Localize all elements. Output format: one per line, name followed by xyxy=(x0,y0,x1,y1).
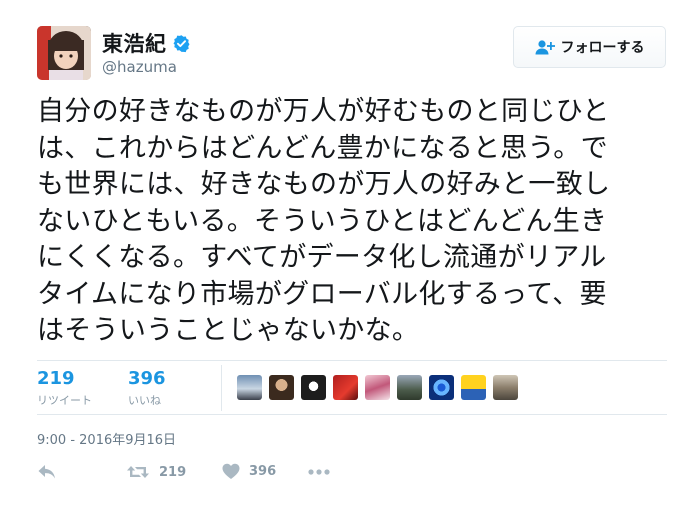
add-user-icon xyxy=(535,40,555,55)
like-stat[interactable]: 396 いいね xyxy=(128,368,166,408)
retweet-icon xyxy=(127,466,149,478)
follow-button-label: フォローする xyxy=(560,40,645,56)
retweet-button[interactable]: 219 xyxy=(126,463,186,481)
user-name-row[interactable]: 東浩紀 xyxy=(102,28,191,58)
liker-avatar[interactable] xyxy=(333,375,358,400)
liker-avatar[interactable] xyxy=(493,375,518,400)
retweet-label: リツイート xyxy=(37,394,92,407)
like-count[interactable]: 396 xyxy=(128,368,166,389)
user-handle[interactable]: @hazuma xyxy=(102,58,177,76)
tweet-timestamp[interactable]: 9:00 - 2016年9月16日 xyxy=(37,429,176,448)
like-button[interactable]: 396 xyxy=(222,463,276,480)
follow-button[interactable]: フォローする xyxy=(513,26,666,68)
more-button[interactable] xyxy=(307,463,331,481)
likers-avatars xyxy=(237,375,525,400)
stats-top-divider xyxy=(37,360,667,361)
retweet-action-count: 219 xyxy=(159,464,187,480)
liker-avatar[interactable] xyxy=(397,375,422,400)
verified-badge-icon xyxy=(173,34,189,52)
stats-divider xyxy=(221,365,222,411)
retweet-count[interactable]: 219 xyxy=(37,368,92,389)
reply-icon xyxy=(38,465,55,479)
more-icon xyxy=(308,469,330,475)
liker-avatar[interactable] xyxy=(461,375,486,400)
like-action-count: 396 xyxy=(249,464,277,479)
tweet-text: 自分の好きなものが万人が好むものと同じひと は、これからはどんどん豊かになると思… xyxy=(37,96,611,346)
display-name[interactable]: 東浩紀 xyxy=(102,28,167,58)
stats-bottom-divider xyxy=(37,414,667,415)
heart-icon xyxy=(222,463,240,479)
liker-avatar[interactable] xyxy=(301,375,326,400)
liker-avatar[interactable] xyxy=(429,375,454,400)
liker-avatar[interactable] xyxy=(237,375,262,400)
liker-avatar[interactable] xyxy=(269,375,294,400)
liker-avatar[interactable] xyxy=(365,375,390,400)
reply-button[interactable] xyxy=(37,463,57,481)
avatar[interactable] xyxy=(37,26,91,80)
like-label: いいね xyxy=(128,394,161,407)
retweet-stat[interactable]: 219 リツイート xyxy=(37,368,92,408)
